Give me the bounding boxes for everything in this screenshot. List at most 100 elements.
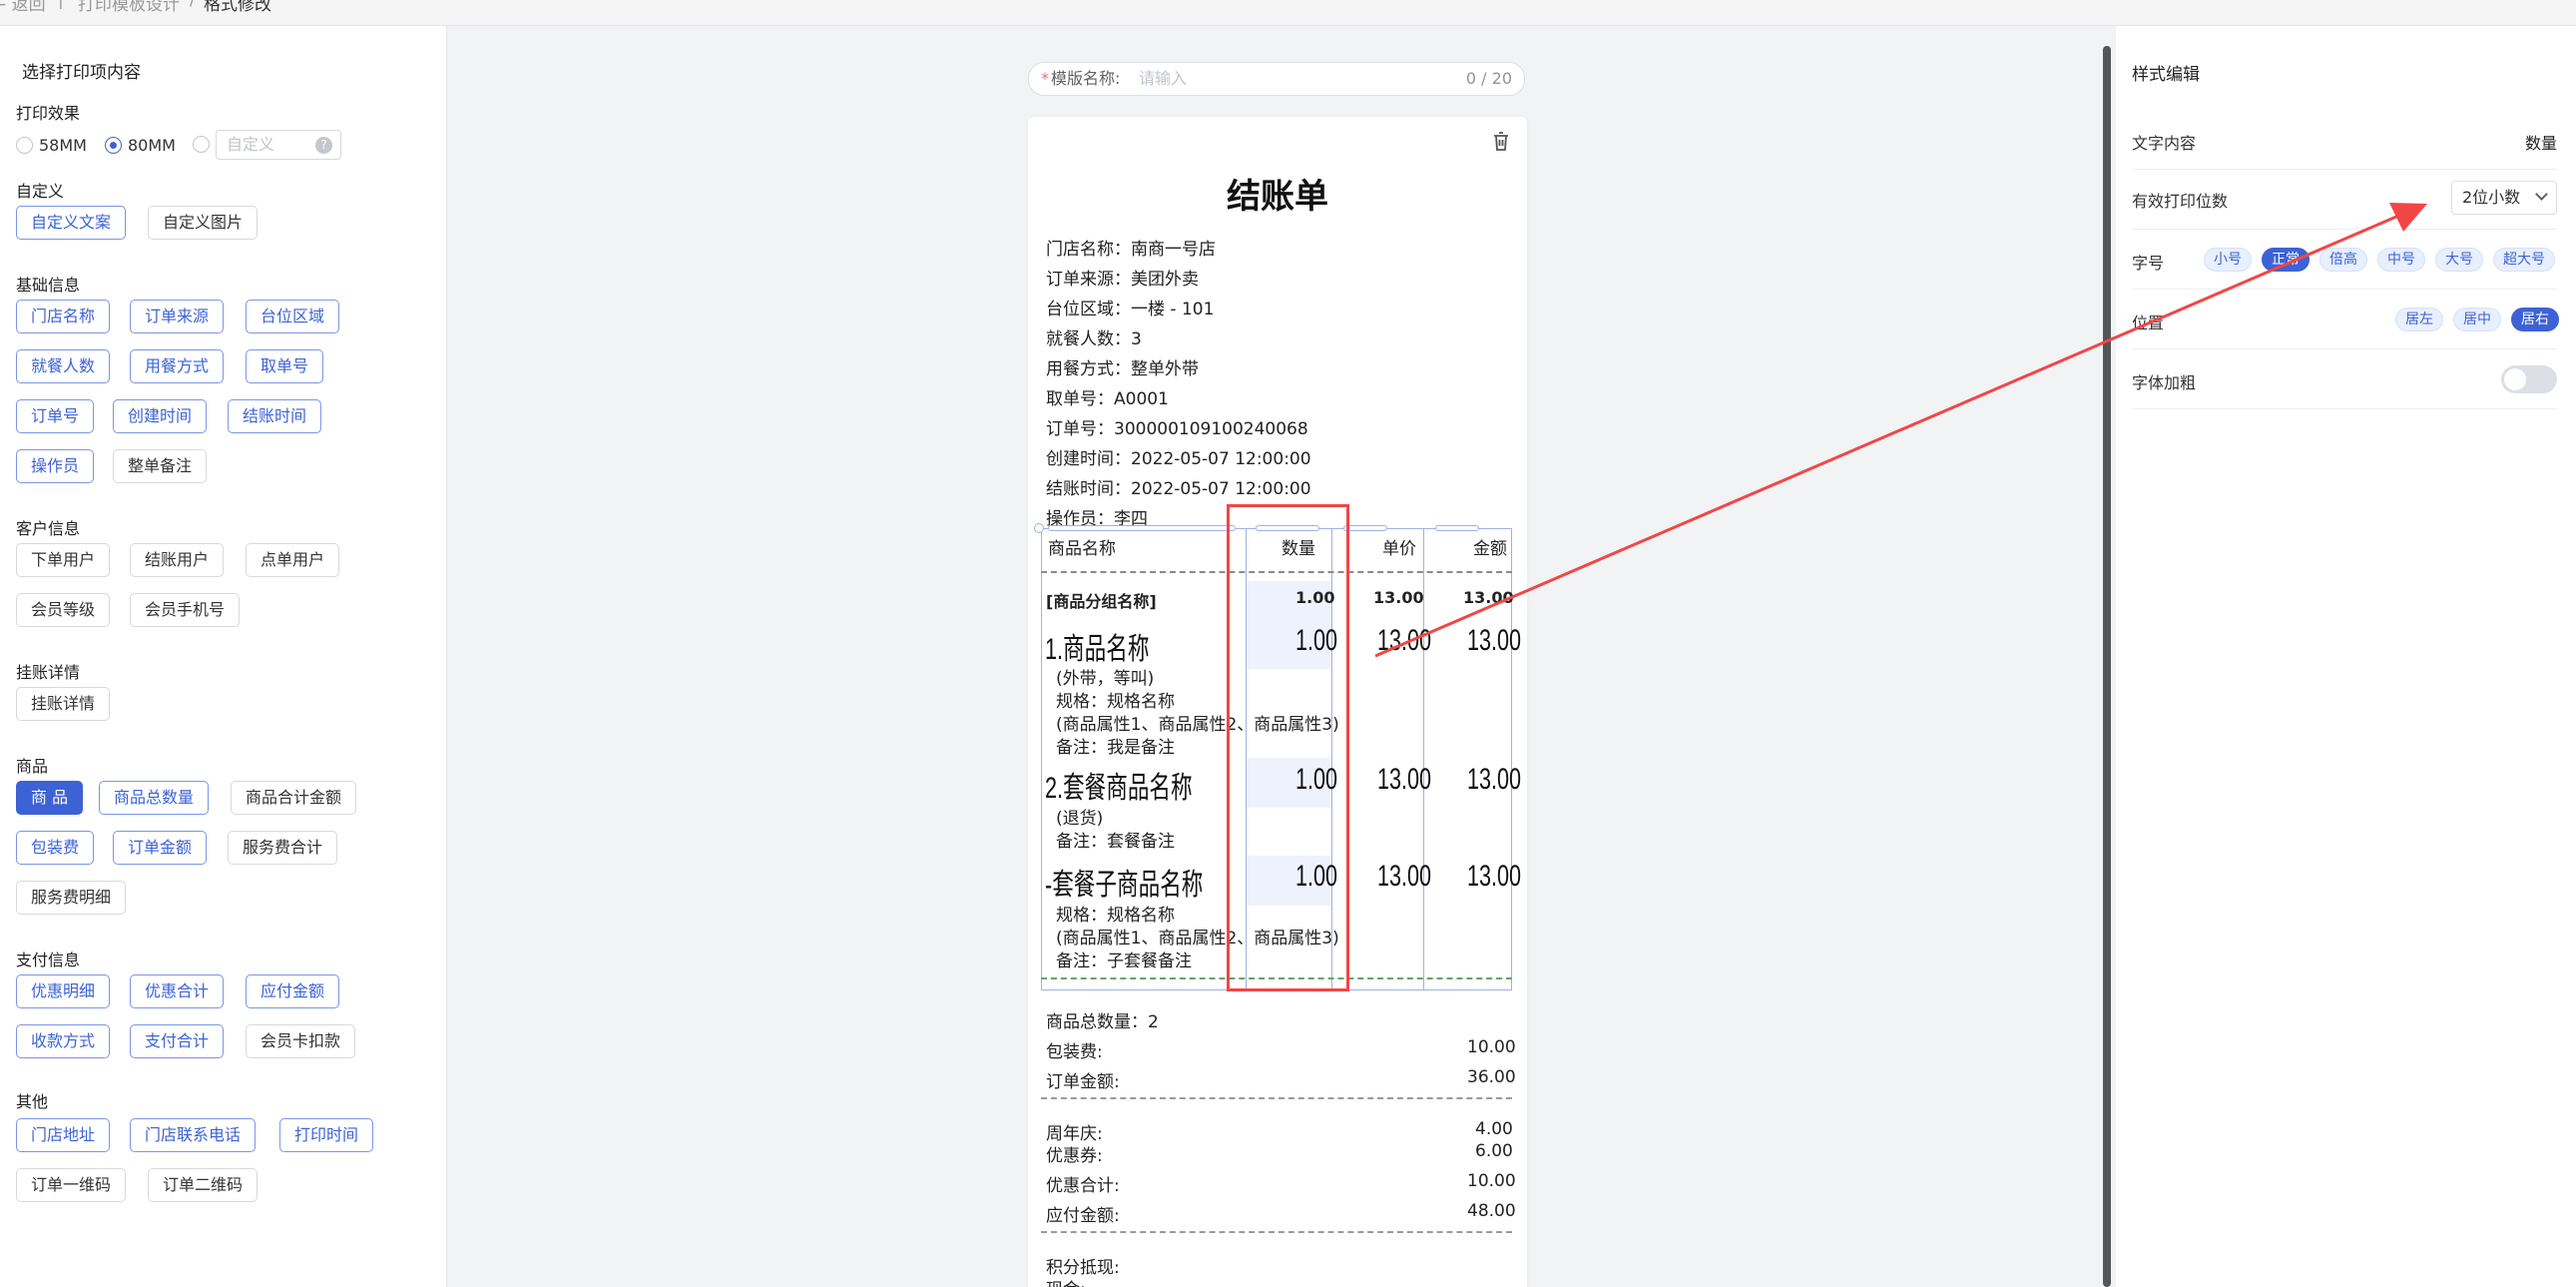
chip-goods-total-qty[interactable]: 商品总数量 bbox=[99, 781, 210, 815]
chip-order-user[interactable]: 下单用户 bbox=[16, 543, 111, 577]
font-size-medium[interactable]: 中号 bbox=[2377, 248, 2425, 272]
receipt-title: 结账单 bbox=[1227, 177, 1328, 217]
col-header-name[interactable]: 商品名称 bbox=[1048, 534, 1116, 559]
chip-pickup-no[interactable]: 取单号 bbox=[246, 349, 324, 383]
item-note: 备注：子套餐备注 bbox=[1056, 952, 1192, 971]
chip-member-card[interactable]: 会员卡扣款 bbox=[246, 1024, 356, 1058]
divider bbox=[1041, 1097, 1512, 1099]
item-note: 规格：规格名称 bbox=[1056, 906, 1175, 926]
coupon-label[interactable]: 优惠券: bbox=[1046, 1141, 1103, 1166]
chip-checkout-time[interactable]: 结账时间 bbox=[228, 399, 322, 433]
chip-store-phone[interactable]: 门店联系电话 bbox=[130, 1118, 257, 1152]
font-size-normal[interactable]: 正常 bbox=[2262, 248, 2310, 272]
precision-select[interactable]: 2位小数 bbox=[2451, 181, 2557, 215]
chip-payable[interactable]: 应付金额 bbox=[246, 974, 340, 1008]
chip-print-time[interactable]: 打印时间 bbox=[279, 1118, 374, 1152]
cash-label[interactable]: 现金: bbox=[1046, 1275, 1086, 1287]
info-created-time[interactable]: 创建时间：2022-05-07 12:00:00 bbox=[1046, 444, 1311, 469]
chip-goods-total-amount[interactable]: 商品合计金额 bbox=[231, 781, 357, 815]
info-checkout-time[interactable]: 结账时间：2022-05-07 12:00:00 bbox=[1046, 474, 1311, 499]
info-store-name[interactable]: 门店名称：南商一号店 bbox=[1046, 235, 1216, 260]
order-amount-label[interactable]: 订单金额: bbox=[1046, 1067, 1120, 1092]
chip-checkout-user[interactable]: 结账用户 bbox=[130, 543, 225, 577]
item-note: 备注：套餐备注 bbox=[1056, 832, 1175, 852]
font-size-double[interactable]: 倍高 bbox=[2319, 248, 2367, 272]
chip-member-level[interactable]: 会员等级 bbox=[16, 593, 111, 627]
col-header-amount[interactable]: 金额 bbox=[1473, 534, 1507, 559]
chip-member-phone[interactable]: 会员手机号 bbox=[130, 593, 241, 627]
group-amount: 13.00 bbox=[1463, 588, 1514, 607]
font-size-xlarge[interactable]: 超大号 bbox=[2493, 248, 2555, 272]
bold-toggle[interactable] bbox=[2501, 365, 2557, 393]
radio-80mm[interactable]: 80MM bbox=[105, 136, 176, 155]
info-order-no[interactable]: 订单号：300000109100240068 bbox=[1046, 414, 1308, 439]
chip-table-area[interactable]: 台位区域 bbox=[246, 300, 340, 333]
font-size-large[interactable]: 大号 bbox=[2435, 248, 2483, 272]
radio-custom[interactable] bbox=[193, 136, 216, 153]
column-resize-handle[interactable] bbox=[1048, 525, 1236, 531]
chip-goods[interactable]: 商 品 bbox=[16, 781, 84, 815]
chip-discount-detail[interactable]: 优惠明细 bbox=[16, 974, 111, 1008]
help-icon[interactable]: ? bbox=[315, 137, 332, 154]
item-amount: 13.00 bbox=[1467, 763, 1522, 796]
item-amount: 13.00 bbox=[1467, 624, 1522, 657]
chip-order-remark[interactable]: 整单备注 bbox=[113, 449, 208, 483]
resize-handle-icon[interactable] bbox=[1034, 523, 1044, 533]
column-resize-handle[interactable] bbox=[1343, 525, 1387, 531]
payable-label[interactable]: 应付金额: bbox=[1046, 1201, 1120, 1226]
total-qty[interactable]: 商品总数量：2 bbox=[1046, 1007, 1159, 1032]
discount-total-label[interactable]: 优惠合计: bbox=[1046, 1171, 1120, 1196]
chip-custom-text[interactable]: 自定义文案 bbox=[16, 206, 127, 240]
text-content-value: 数量 bbox=[2524, 134, 2557, 153]
chip-created-time[interactable]: 创建时间 bbox=[113, 399, 208, 433]
template-name-field[interactable]: * 模版名称: 请输入 0 / 20 bbox=[1028, 62, 1525, 96]
group-price: 13.00 bbox=[1373, 588, 1424, 607]
chip-order-barcode[interactable]: 订单一维码 bbox=[16, 1168, 127, 1202]
chip-discount-total[interactable]: 优惠合计 bbox=[130, 974, 225, 1008]
chip-service-fee-detail[interactable]: 服务费明细 bbox=[16, 881, 127, 915]
info-table-area[interactable]: 台位区域：一楼 - 101 bbox=[1046, 295, 1214, 320]
chip-service-fee-total[interactable]: 服务费合计 bbox=[228, 831, 338, 865]
chip-order-qrcode[interactable]: 订单二维码 bbox=[148, 1168, 258, 1202]
radio-58mm[interactable]: 58MM bbox=[16, 136, 87, 155]
coupon-value: 6.00 bbox=[1475, 1141, 1513, 1161]
chip-pay-total[interactable]: 支付合计 bbox=[130, 1024, 225, 1058]
font-size-small[interactable]: 小号 bbox=[2204, 248, 2252, 272]
chip-store-address[interactable]: 门店地址 bbox=[16, 1118, 111, 1152]
chip-order-amount[interactable]: 订单金额 bbox=[113, 831, 208, 865]
custom-width-input[interactable]: 自定义? bbox=[216, 130, 341, 160]
anniversary-value: 4.00 bbox=[1475, 1119, 1513, 1139]
chip-dining-mode[interactable]: 用餐方式 bbox=[130, 349, 225, 383]
chip-pay-method[interactable]: 收款方式 bbox=[16, 1024, 111, 1058]
chip-diners[interactable]: 就餐人数 bbox=[16, 349, 111, 383]
packing-label[interactable]: 包装费: bbox=[1046, 1037, 1103, 1062]
chip-order-no[interactable]: 订单号 bbox=[16, 399, 95, 433]
col-header-price[interactable]: 单价 bbox=[1382, 534, 1416, 559]
vertical-scrollbar[interactable] bbox=[2103, 46, 2111, 1287]
chip-custom-image[interactable]: 自定义图片 bbox=[148, 206, 258, 240]
column-resize-handle[interactable] bbox=[1435, 525, 1479, 531]
info-dining-mode[interactable]: 用餐方式：整单外带 bbox=[1046, 354, 1199, 379]
discount-total-value: 10.00 bbox=[1467, 1171, 1516, 1191]
chip-operator[interactable]: 操作员 bbox=[16, 449, 95, 483]
chip-point-user[interactable]: 点单用户 bbox=[246, 543, 340, 577]
info-diners[interactable]: 就餐人数：3 bbox=[1046, 324, 1142, 349]
position-right[interactable]: 居右 bbox=[2511, 308, 2559, 331]
info-pickup-no[interactable]: 取单号：A0001 bbox=[1046, 384, 1169, 409]
chip-order-source[interactable]: 订单来源 bbox=[130, 300, 225, 333]
chevron-down-icon bbox=[2535, 188, 2548, 201]
font-size-row: 字号 小号 正常 倍高 中号 大号 超大号 bbox=[2132, 230, 2557, 290]
position-center[interactable]: 居中 bbox=[2453, 308, 2501, 331]
print-effect-label: 打印效果 bbox=[16, 104, 81, 123]
chip-credit-detail[interactable]: 挂账详情 bbox=[16, 687, 111, 721]
position-label: 位置 bbox=[2132, 314, 2165, 332]
info-order-source[interactable]: 订单来源：美团外卖 bbox=[1046, 265, 1199, 290]
back-link[interactable]: ← 返回 bbox=[0, 0, 46, 15]
position-left[interactable]: 居左 bbox=[2395, 308, 2443, 331]
chip-packing-fee[interactable]: 包装费 bbox=[16, 831, 95, 865]
chip-store-name[interactable]: 门店名称 bbox=[16, 300, 111, 333]
trash-icon[interactable] bbox=[1491, 131, 1511, 153]
bold-row: 字体加粗 bbox=[2132, 349, 2557, 409]
breadcrumb-parent[interactable]: 打印模板设计 bbox=[78, 0, 180, 15]
position-row: 位置 居左 居中 居右 bbox=[2132, 290, 2559, 349]
